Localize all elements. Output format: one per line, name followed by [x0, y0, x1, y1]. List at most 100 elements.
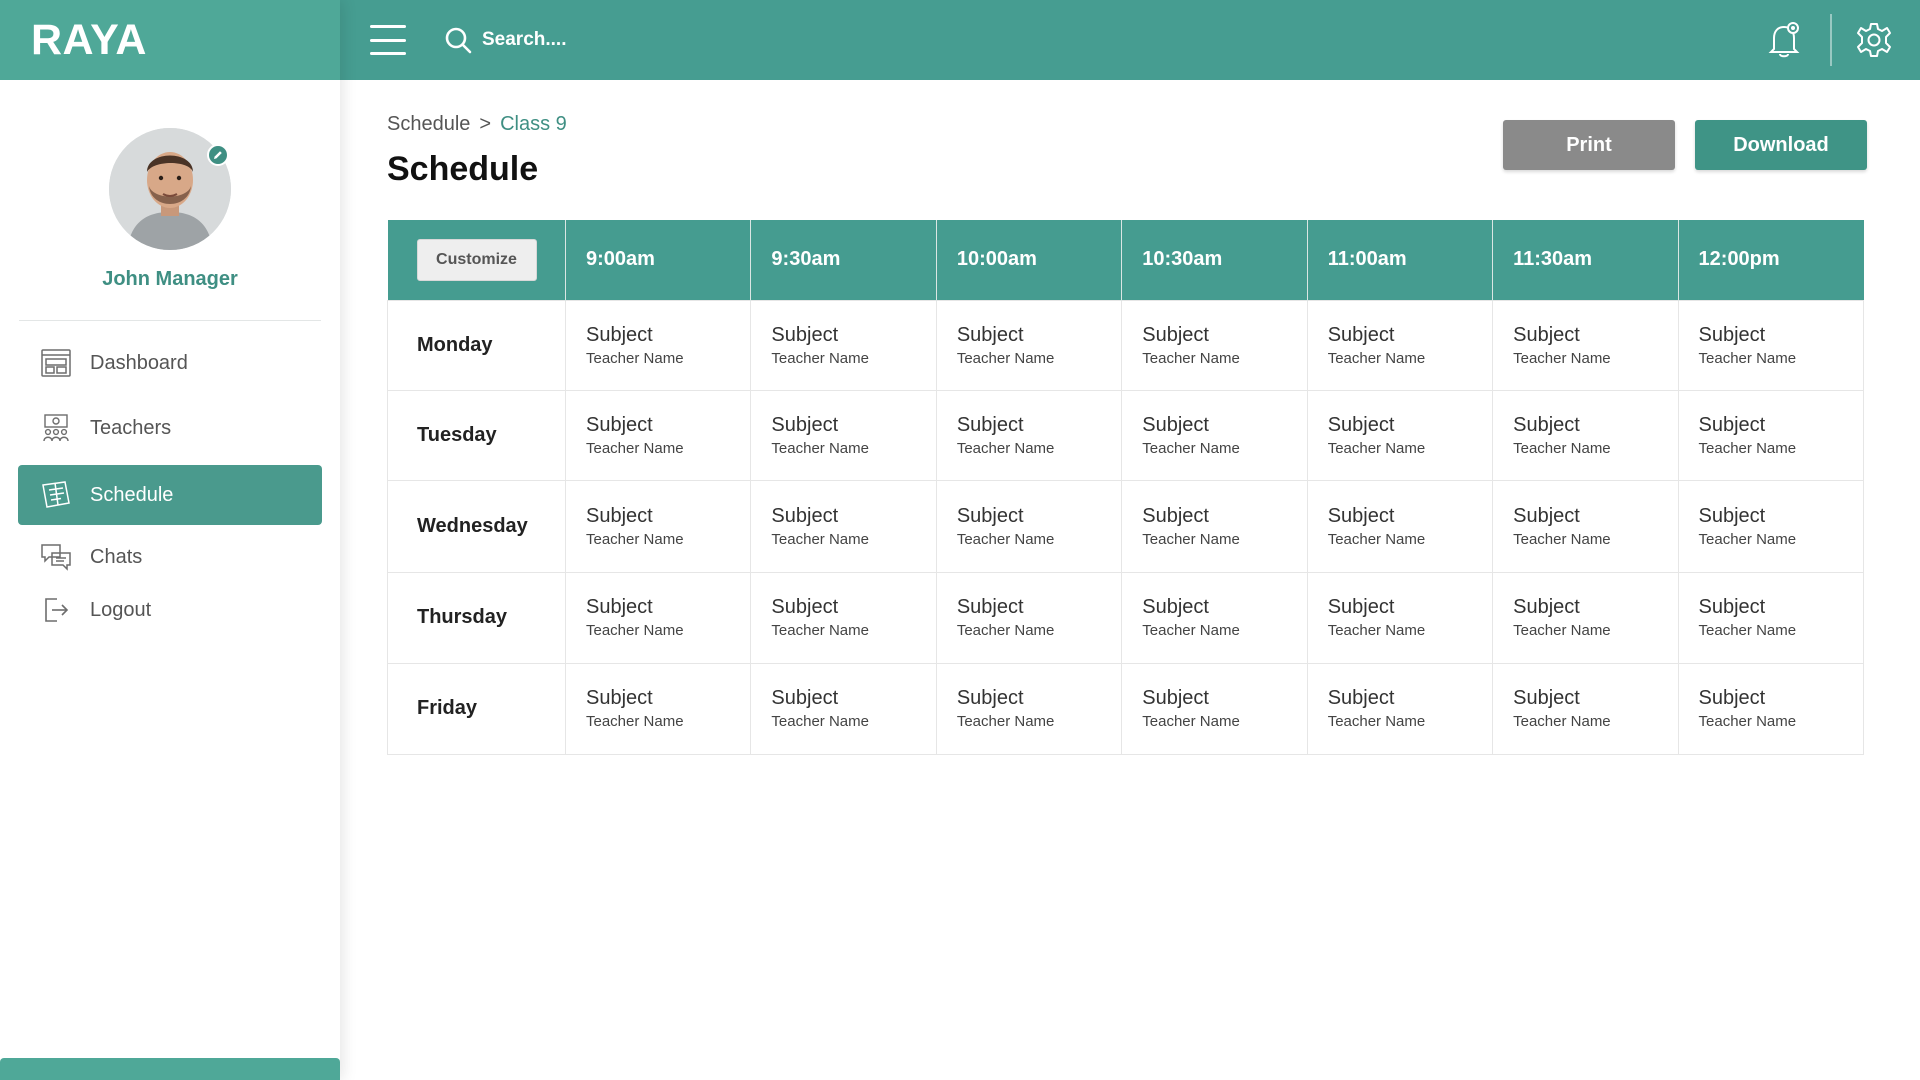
logo[interactable]: RAYA — [31, 16, 147, 65]
sidebar: RAYA John Manager Dashboard Teachers Sch… — [0, 0, 340, 1080]
time-slot-header: 11:30am — [1492, 220, 1679, 300]
schedule-cell[interactable]: Subject Teacher Name — [1306, 389, 1494, 481]
schedule-cell[interactable]: Subject Teacher Name — [1677, 389, 1865, 481]
schedule-cell[interactable]: Subject Teacher Name — [750, 389, 937, 481]
schedule-table: Customize 9:00am 9:30am 10:00am 10:30am 11:0… — [387, 220, 1865, 755]
schedule-cell[interactable]: Subject Teacher Name — [750, 571, 937, 664]
table-row: Tuesday Subject Teacher Name Subject Teacher… — [387, 389, 1865, 481]
menu-icon[interactable] — [370, 25, 406, 55]
schedule-cell[interactable]: Subject Teacher Name — [564, 571, 752, 664]
schedule-cell[interactable]: Subject Teacher Name — [1121, 662, 1308, 755]
sidebar-item-label: Schedule — [90, 483, 174, 506]
search-input[interactable] — [482, 29, 782, 51]
teacher-name-label: Teacher Name — [1327, 439, 1426, 457]
day-label: Friday — [387, 662, 566, 755]
schedule-cell[interactable]: Subject Teacher Name — [1677, 479, 1865, 573]
customize-button[interactable]: Customize — [416, 238, 537, 281]
schedule-cell[interactable]: Subject Teacher Name — [935, 571, 1123, 664]
schedule-cell[interactable]: Subject Teacher Name — [564, 662, 752, 755]
schedule-cell[interactable]: Subject Teacher Name — [750, 299, 937, 391]
schedule-cell[interactable]: Subject Teacher Name — [1121, 389, 1308, 481]
subject-label: Subject — [956, 323, 1024, 346]
schedule-cell[interactable]: Subject Teacher Name — [750, 662, 937, 755]
time-slot-header: 9:00am — [565, 220, 752, 300]
subject-label: Subject — [771, 504, 839, 527]
schedule-cell[interactable]: Subject Teacher Name — [564, 299, 752, 391]
teacher-name-label: Teacher Name — [1142, 530, 1240, 548]
schedule-cell[interactable]: Subject Teacher Name — [1492, 299, 1679, 391]
avatar-wrap — [109, 128, 231, 250]
breadcrumb-current[interactable]: Class 9 — [500, 113, 567, 136]
sidebar-nav: Dashboard Teachers Schedule Chats Logout — [0, 321, 340, 635]
schedule-cell[interactable]: Subject Teacher Name — [1677, 299, 1865, 391]
schedule-cell[interactable]: Subject Teacher Name — [935, 662, 1123, 755]
schedule-cell[interactable]: Subject Teacher Name — [1121, 571, 1308, 664]
schedule-cell[interactable]: Subject Teacher Name — [1306, 479, 1494, 573]
teacher-name-label: Teacher Name — [1698, 439, 1797, 457]
subject-label: Subject — [1698, 504, 1766, 527]
subject-label: Subject — [771, 323, 839, 346]
schedule-cell[interactable]: Subject Teacher Name — [935, 479, 1123, 573]
subject-label: Subject — [1142, 504, 1209, 527]
topbar — [340, 0, 1920, 80]
search-box[interactable] — [444, 26, 782, 54]
topbar-actions — [1764, 0, 1920, 80]
schedule-cell[interactable]: Subject Teacher Name — [1492, 571, 1679, 664]
sidebar-item-logout[interactable]: Logout — [18, 585, 322, 635]
teacher-name-label: Teacher Name — [1698, 349, 1797, 367]
schedule-cell[interactable]: Subject Teacher Name — [1121, 479, 1308, 573]
subject-label: Subject — [1327, 687, 1395, 709]
subject-label: Subject — [1513, 323, 1580, 346]
sidebar-item-dashboard[interactable]: Dashboard — [18, 331, 322, 395]
profile-name[interactable]: John Manager — [102, 268, 238, 291]
schedule-cell[interactable]: Subject Teacher Name — [1306, 299, 1494, 391]
schedule-cell[interactable]: Subject Teacher Name — [564, 389, 752, 481]
subject-label: Subject — [586, 687, 653, 709]
schedule-cell[interactable]: Subject Teacher Name — [1677, 662, 1865, 755]
download-button[interactable]: Download — [1695, 120, 1867, 170]
sidebar-item-chats[interactable]: Chats — [18, 529, 322, 585]
day-label: Tuesday — [387, 389, 566, 481]
breadcrumb-root[interactable]: Schedule — [387, 113, 470, 136]
edit-avatar-icon[interactable] — [207, 144, 229, 166]
schedule-cell[interactable]: Subject Teacher Name — [935, 299, 1123, 391]
schedule-cell[interactable]: Subject Teacher Name — [1677, 571, 1865, 664]
dashboard-icon — [40, 347, 72, 379]
time-slot-header: 10:00am — [936, 220, 1123, 300]
schedule-cell[interactable]: Subject Teacher Name — [935, 389, 1123, 481]
topbar-divider — [1830, 14, 1832, 66]
teacher-name-label: Teacher Name — [1513, 713, 1611, 730]
schedule-cell[interactable]: Subject Teacher Name — [1306, 662, 1494, 755]
sidebar-item-label: Dashboard — [90, 351, 188, 374]
teacher-name-label: Teacher Name — [1142, 349, 1240, 367]
schedule-cell[interactable]: Subject Teacher Name — [1492, 662, 1679, 755]
teacher-name-label: Teacher Name — [956, 349, 1055, 367]
search-icon[interactable] — [444, 26, 472, 54]
page-actions: Print Download — [1503, 120, 1867, 170]
teacher-name-label: Teacher Name — [586, 349, 684, 367]
subject-label: Subject — [1327, 596, 1395, 618]
bell-icon[interactable] — [1764, 20, 1804, 60]
print-button[interactable]: Print — [1503, 120, 1675, 170]
main-content: Schedule > Class 9 Schedule Print Downlo… — [387, 80, 1867, 755]
schedule-cell[interactable]: Subject Teacher Name — [1492, 479, 1679, 573]
subject-label: Subject — [586, 323, 653, 346]
time-slot-header: 10:30am — [1121, 220, 1308, 300]
schedule-cell[interactable]: Subject Teacher Name — [1121, 299, 1308, 391]
sidebar-item-teachers[interactable]: Teachers — [18, 395, 322, 461]
subject-label: Subject — [956, 504, 1024, 527]
subject-label: Subject — [1698, 413, 1766, 436]
teacher-name-label: Teacher Name — [1513, 439, 1611, 457]
teacher-name-label: Teacher Name — [771, 349, 869, 367]
subject-label: Subject — [1513, 687, 1580, 709]
subject-label: Subject — [1327, 323, 1395, 346]
schedule-cell[interactable]: Subject Teacher Name — [1306, 571, 1494, 664]
schedule-cell[interactable]: Subject Teacher Name — [1492, 389, 1679, 481]
subject-label: Subject — [586, 504, 653, 527]
subject-label: Subject — [1698, 596, 1766, 618]
schedule-cell[interactable]: Subject Teacher Name — [750, 479, 937, 573]
gear-icon[interactable] — [1854, 20, 1894, 60]
schedule-cell[interactable]: Subject Teacher Name — [564, 479, 752, 573]
subject-label: Subject — [1513, 504, 1580, 527]
sidebar-item-schedule[interactable]: Schedule — [18, 465, 322, 525]
